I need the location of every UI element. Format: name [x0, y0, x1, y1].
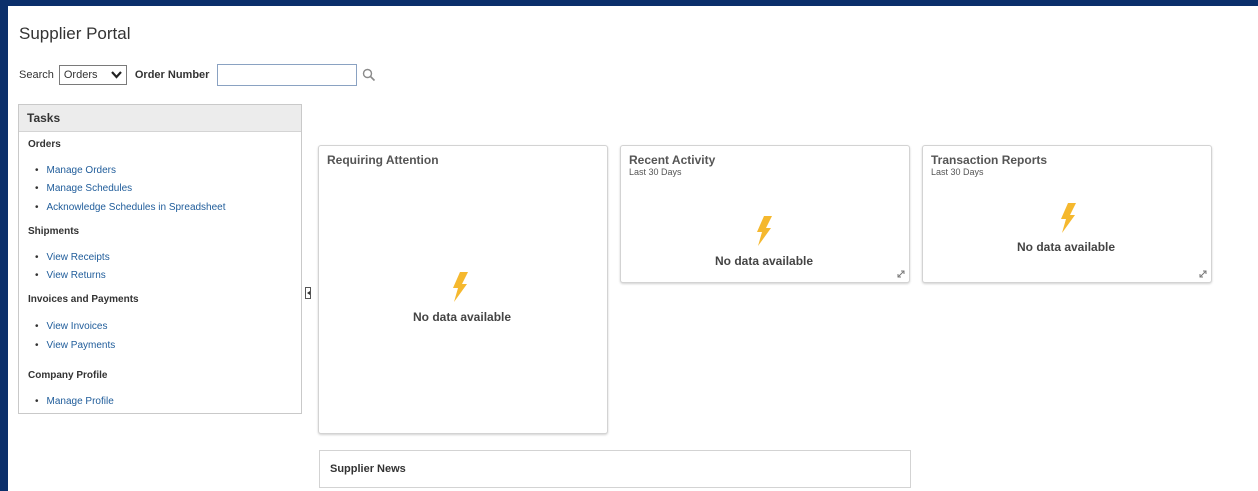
search-type-value: Orders	[63, 69, 98, 81]
tasks-panel: Tasks Orders Manage Orders Manage Schedu…	[18, 104, 302, 414]
expand-icon[interactable]	[897, 270, 905, 278]
task-view-payments[interactable]: View Payments	[35, 340, 116, 351]
tasks-category-profile: Company Profile	[28, 370, 108, 381]
left-edge-bar	[0, 0, 8, 491]
page-title: Supplier Portal	[19, 24, 131, 43]
lightning-bolt-icon	[1061, 203, 1076, 233]
card-title: Recent Activity	[629, 153, 716, 167]
collapse-panel-icon[interactable]	[305, 287, 311, 299]
tasks-category-orders: Orders	[28, 139, 61, 150]
lightning-bolt-icon	[453, 272, 468, 302]
order-number-input[interactable]	[217, 64, 358, 86]
task-view-returns[interactable]: View Returns	[35, 270, 106, 281]
no-data-message: No data available	[715, 254, 814, 268]
requiring-attention-card: Requiring Attention No data available	[318, 145, 608, 434]
recent-activity-card: Recent Activity Last 30 Days No data ava…	[620, 145, 910, 283]
tasks-header: Tasks	[19, 105, 301, 132]
transaction-reports-card: Transaction Reports Last 30 Days No data…	[922, 145, 1212, 283]
task-view-receipts[interactable]: View Receipts	[35, 252, 110, 263]
lightning-bolt-icon	[757, 216, 772, 246]
search-icon[interactable]	[362, 68, 376, 82]
task-manage-profile[interactable]: Manage Profile	[35, 396, 114, 407]
task-manage-schedules[interactable]: Manage Schedules	[35, 183, 133, 194]
supplier-news-title: Supplier News	[330, 463, 406, 475]
search-bar: Search Orders Order Number	[19, 64, 376, 86]
top-nav-bar	[0, 0, 1258, 6]
no-data-message: No data available	[1017, 240, 1116, 254]
tasks-category-invoices: Invoices and Payments	[28, 294, 139, 305]
task-acknowledge-schedules[interactable]: Acknowledge Schedules in Spreadsheet	[35, 202, 226, 213]
card-title: Transaction Reports	[931, 153, 1048, 167]
search-type-select[interactable]: Orders	[58, 65, 127, 85]
expand-icon[interactable]	[1199, 270, 1207, 278]
search-label: Search	[19, 69, 54, 81]
task-view-invoices[interactable]: View Invoices	[35, 321, 108, 332]
supplier-news-panel: Supplier News	[319, 450, 911, 488]
order-number-label: Order Number	[134, 69, 210, 81]
card-title: Requiring Attention	[327, 153, 439, 167]
card-subtitle: Last 30 Days	[931, 167, 984, 177]
no-data-message: No data available	[413, 310, 512, 324]
chevron-down-icon	[111, 71, 122, 79]
card-subtitle: Last 30 Days	[629, 167, 682, 177]
task-manage-orders[interactable]: Manage Orders	[35, 165, 116, 176]
tasks-category-shipments: Shipments	[28, 226, 80, 237]
